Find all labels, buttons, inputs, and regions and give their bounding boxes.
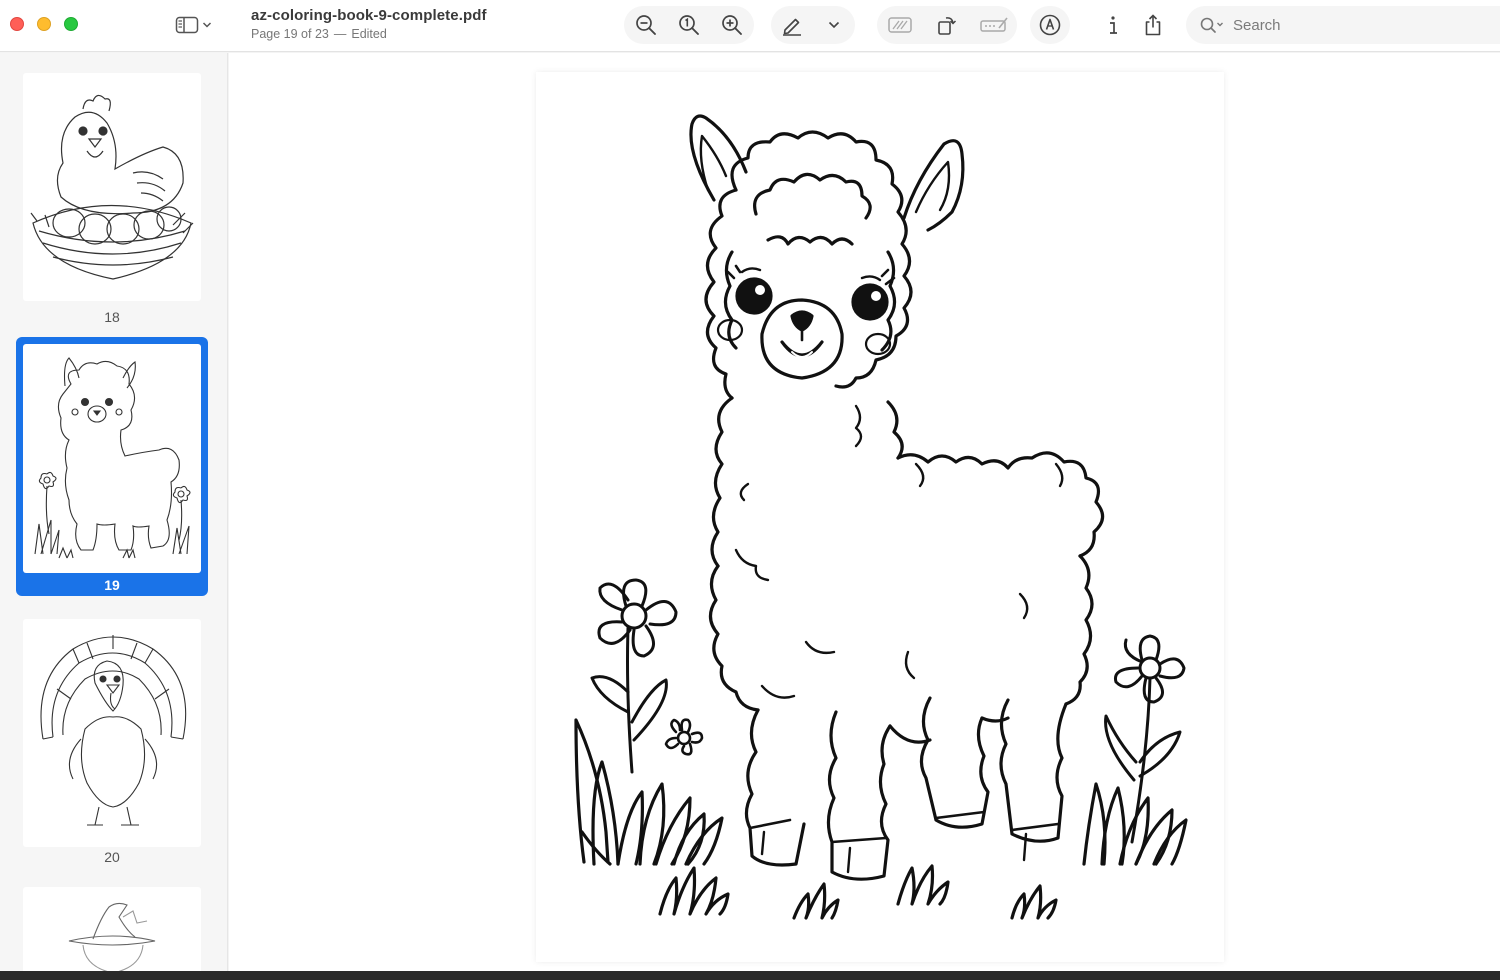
info-icon: [1110, 16, 1117, 34]
sidebar-toggle-button[interactable]: [172, 12, 216, 38]
thumbnail-image-turkey: [23, 619, 201, 847]
info-button[interactable]: [1096, 9, 1130, 41]
zoom-out-button[interactable]: [629, 9, 663, 41]
search-icon: [1200, 17, 1223, 33]
thumbnail-page-number: 19: [104, 577, 120, 593]
thumbnail-sidebar[interactable]: 17 18: [0, 53, 228, 971]
thumbnail-page-number: 20: [104, 849, 120, 865]
title-bar: az-coloring-book-9-complete.pdf Page 19 …: [0, 0, 1500, 52]
markup-menu-button[interactable]: [817, 9, 851, 41]
markup-button[interactable]: [775, 9, 809, 41]
actual-size-button[interactable]: [672, 9, 706, 41]
separator: —: [333, 27, 347, 41]
thumbnail-page-18[interactable]: 18: [16, 67, 208, 327]
redact-button[interactable]: [883, 9, 917, 41]
thumbnail-page-number: 18: [104, 309, 120, 325]
redact-icon: [888, 17, 913, 33]
thumbnail-image-hen: [23, 73, 201, 301]
form-fill-button[interactable]: [977, 9, 1011, 41]
zoom-window-button[interactable]: [64, 17, 78, 31]
edit-tools-group: [877, 6, 1017, 44]
minimize-window-button[interactable]: [37, 17, 51, 31]
document-subtitle: Page 19 of 23 — Edited: [251, 27, 387, 41]
document-view[interactable]: [229, 53, 1500, 971]
thumbnail-page-19[interactable]: 19: [16, 337, 208, 596]
edited-status: Edited: [351, 27, 387, 41]
markup-group: [771, 6, 855, 44]
chevron-down-icon: [828, 21, 840, 29]
thumbnail-page-20[interactable]: 20: [16, 613, 208, 873]
pdf-page-19[interactable]: [536, 72, 1224, 962]
share-icon: [1145, 14, 1161, 36]
zoom-out-icon: [635, 15, 656, 35]
search-field[interactable]: Search: [1186, 6, 1500, 44]
close-window-button[interactable]: [10, 17, 24, 31]
alpaca-coloring-illustration: [574, 114, 1188, 920]
zoom-in-button[interactable]: [715, 9, 749, 41]
pen-circle-icon: [1039, 14, 1061, 36]
rotate-icon: [938, 17, 957, 35]
form-fill-icon: [979, 17, 1008, 32]
chevron-down-icon: [202, 22, 212, 28]
annotate-button[interactable]: [1033, 9, 1067, 41]
sidebar-icon: [175, 16, 199, 34]
zoom-group: [624, 6, 754, 44]
zoom-in-icon: [722, 15, 743, 35]
annotate-group: [1030, 6, 1070, 44]
page-indicator: Page 19 of 23: [251, 27, 329, 41]
dock-edge: [0, 971, 1500, 980]
thumbnail-image-witch-hat: [23, 887, 201, 971]
search-placeholder: Search: [1233, 16, 1281, 34]
thumbnail-image-alpaca: [23, 344, 201, 573]
thumbnail-page-21[interactable]: [16, 881, 208, 971]
document-title[interactable]: az-coloring-book-9-complete.pdf: [251, 7, 487, 24]
rotate-button[interactable]: [930, 9, 964, 41]
share-button[interactable]: [1136, 9, 1170, 41]
pencil-icon: [783, 18, 801, 36]
magnifier-one-icon: [679, 15, 699, 35]
